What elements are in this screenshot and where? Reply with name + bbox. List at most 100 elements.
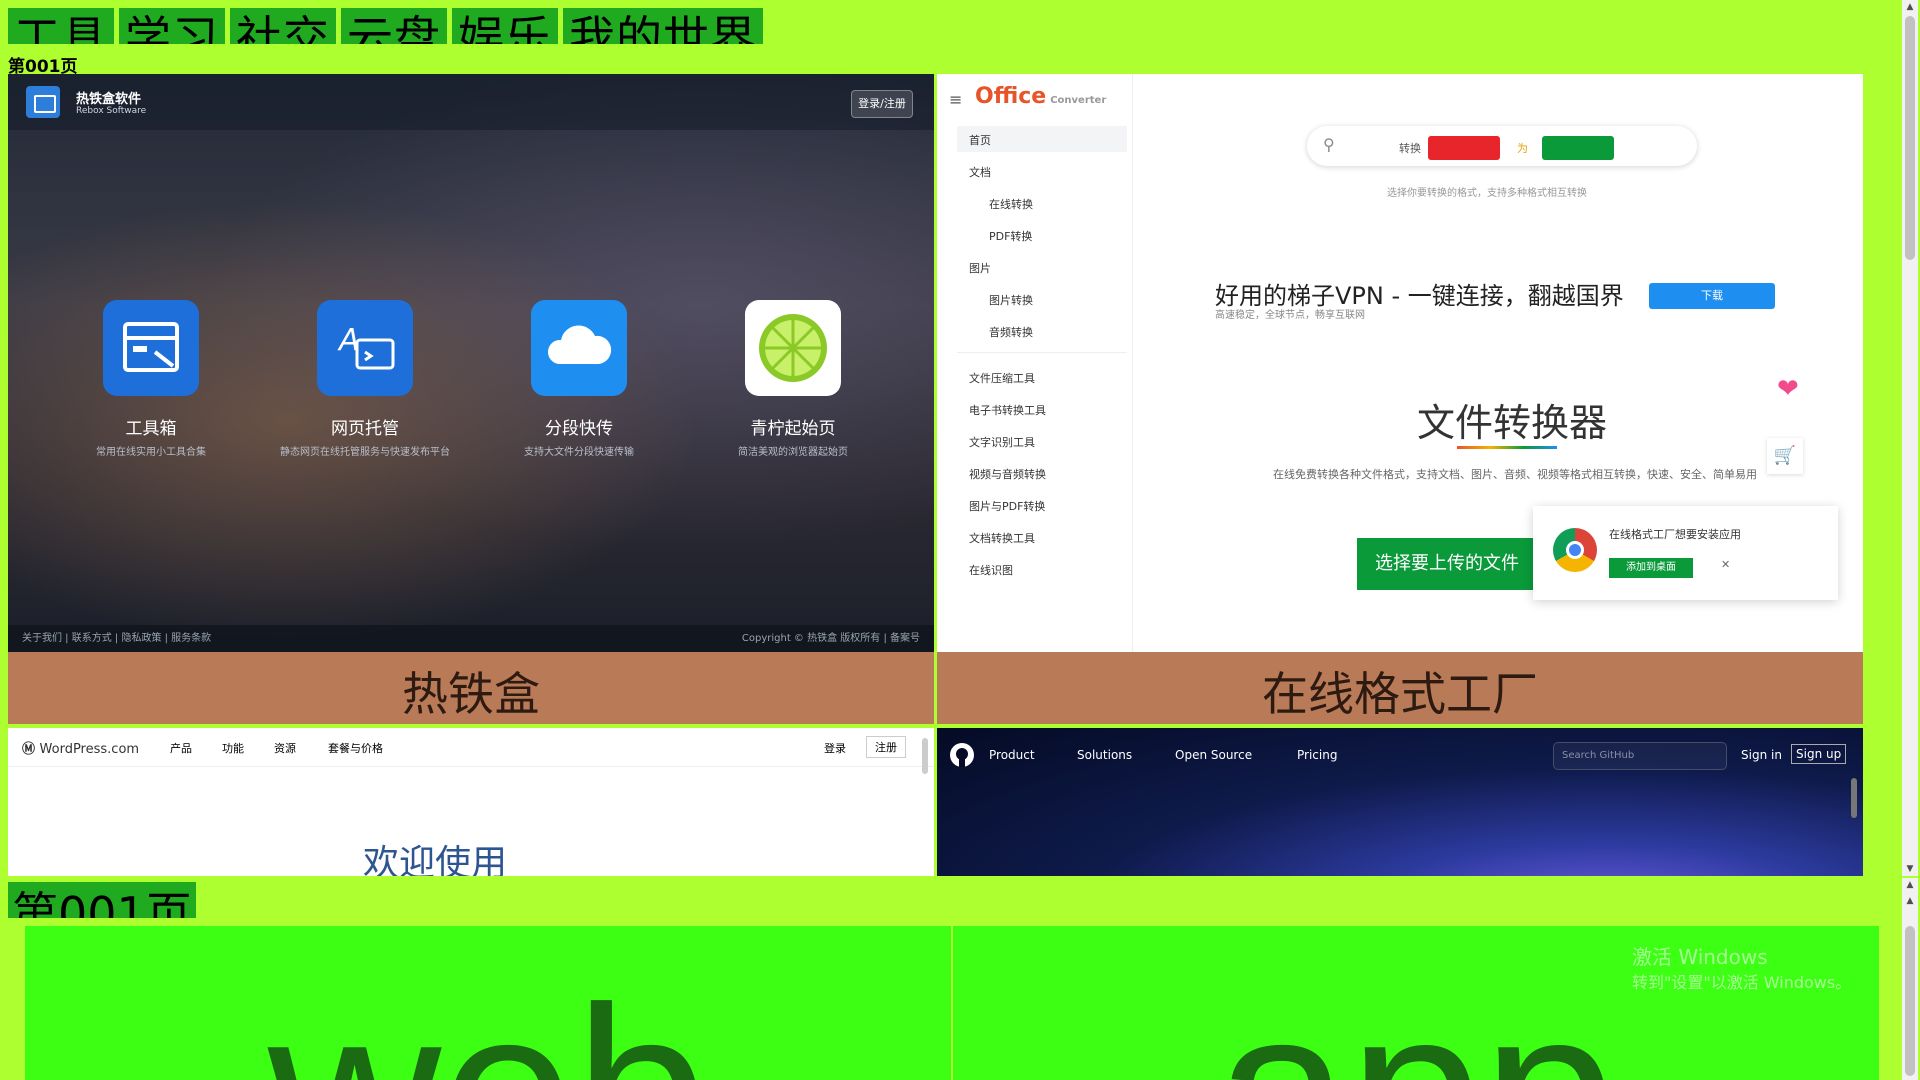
source-format-select[interactable] — [1428, 136, 1500, 160]
wordpress-brand-text: WordPress.com — [39, 742, 140, 757]
sidebar-item-video-audio[interactable]: 视频与音频转换 — [969, 466, 1046, 482]
scroll-up-icon[interactable]: ▲ — [1902, 894, 1918, 908]
wp-nav-products[interactable]: 产品 — [170, 740, 192, 756]
office-logo: Office Converter — [975, 84, 1106, 109]
wp-nav-pricing[interactable]: 套餐与价格 — [328, 740, 383, 756]
card-rtb[interactable]: 热铁盒软件 Rebox Software 登录/注册 工具箱 常用在线实用小工具… — [8, 74, 934, 724]
gh-nav-solutions[interactable]: Solutions — [1077, 748, 1132, 762]
search-icon: ⚲ — [1323, 135, 1335, 154]
watermark-line1: 激活 Windows — [1632, 945, 1768, 969]
wp-login-link[interactable]: 登录 — [824, 740, 846, 756]
rtb-app-desc: 常用在线实用小工具合集 — [96, 447, 206, 458]
lime-icon — [745, 300, 841, 396]
wordpress-nav: Ⓜ WordPress.com 产品 功能 资源 套餐与价格 登录 注册 — [8, 728, 934, 767]
popup-close-icon[interactable]: ✕ — [1721, 558, 1730, 571]
sidebar-item-image-convert[interactable]: 图片转换 — [989, 292, 1033, 308]
toolbox-icon — [103, 300, 199, 396]
windows-activation-watermark: 激活 Windows 转到"设置"以激活 Windows。 — [1632, 944, 1851, 996]
rtb-app-name: 青柠起始页 — [750, 419, 836, 439]
chrome-icon — [1553, 528, 1597, 572]
scrollbar[interactable] — [1851, 778, 1857, 818]
wordpress-welcome: 欢迎使用 — [363, 843, 508, 876]
scroll-down-icon[interactable]: ▼ — [1902, 862, 1918, 876]
sidebar-divider — [957, 352, 1127, 353]
nav-item-entertainment[interactable]: 娱乐 — [452, 8, 558, 44]
sidebar-item-images[interactable]: 图片 — [969, 260, 991, 276]
rtb-login-button[interactable]: 登录/注册 — [851, 90, 913, 118]
card-office-converter[interactable]: ≡ Office Converter 首页 文档 在线转换 PDF转换 图片 图片… — [937, 74, 1863, 724]
rtb-app-name: 分段快传 — [545, 419, 613, 439]
converter-heading: 文件转换器 — [1417, 401, 1608, 445]
wordpress-logo-icon: Ⓜ — [22, 742, 40, 757]
rtb-footer: 关于我们 | 联系方式 | 隐私政策 | 服务条款 Copyright © 热铁… — [8, 625, 934, 652]
gh-nav-product[interactable]: Product — [989, 748, 1035, 762]
nav-item-minecraft[interactable]: 我的世界 — [563, 8, 763, 44]
office-logo-text: Office — [975, 84, 1047, 109]
rtb-footer-links[interactable]: 关于我们 | 联系方式 | 隐私政策 | 服务条款 — [22, 625, 211, 652]
sidebar-item-audio[interactable]: 音频转换 — [989, 324, 1033, 340]
scroll-up-icon[interactable]: ▲ — [1902, 878, 1918, 892]
web-hosting-icon: A — [317, 300, 413, 396]
format-search-bar[interactable]: ⚲ — [1307, 126, 1697, 166]
wp-nav-features[interactable]: 功能 — [222, 740, 244, 756]
sidebar-item-home[interactable]: 首页 — [969, 132, 991, 148]
gh-sign-in[interactable]: Sign in — [1741, 748, 1782, 762]
rtb-app-desc: 静态网页在线托管服务与快速发布平台 — [280, 447, 450, 458]
sidebar-item-ebook[interactable]: 电子书转换工具 — [969, 402, 1046, 418]
nav-item-tools[interactable]: 工具 — [8, 8, 114, 44]
rtb-app-startpage[interactable]: 青柠起始页 简洁美观的浏览器起始页 — [698, 300, 888, 458]
menu-icon[interactable]: ≡ — [949, 90, 962, 109]
top-nav: 工具 学习 社交 云盘 娱乐 我的世界 — [8, 8, 763, 44]
page-scrollbar-upper[interactable]: ▲ ▼ — [1902, 0, 1918, 876]
sidebar-item-compress[interactable]: 文件压缩工具 — [969, 370, 1035, 386]
rtb-app-transfer[interactable]: 分段快传 支持大文件分段快速传输 — [484, 300, 674, 458]
sidebar-item-docs[interactable]: 文档 — [969, 164, 991, 180]
ad-button-label: 下载 — [1701, 289, 1723, 302]
section-page-label: 第001页 — [8, 882, 196, 918]
gh-nav-open-source[interactable]: Open Source — [1175, 748, 1252, 762]
scroll-up-icon[interactable]: ▲ — [1902, 0, 1918, 14]
card-caption[interactable]: 热铁盒 — [8, 652, 934, 724]
scrollbar-thumb[interactable] — [1905, 16, 1915, 260]
cloud-icon — [531, 300, 627, 396]
rtb-app-toolbox[interactable]: 工具箱 常用在线实用小工具合集 — [56, 300, 246, 458]
nav-item-study[interactable]: 学习 — [119, 8, 225, 44]
converter-description: 在线免费转换各种文件格式，支持文档、图片、音频、视频等格式相互转换，快速、安全、… — [1273, 468, 1757, 481]
card-wordpress[interactable]: Ⓜ WordPress.com 产品 功能 资源 套餐与价格 登录 注册 欢迎使… — [8, 728, 934, 876]
card-github[interactable]: Product Solutions Open Source Pricing Se… — [937, 728, 1863, 876]
popup-install-button[interactable]: 添加到桌面 — [1609, 558, 1693, 578]
scrollbar[interactable] — [922, 738, 928, 774]
tile-web[interactable]: web — [25, 926, 951, 1080]
convert-from-label: 转换 — [1399, 142, 1421, 155]
card-caption[interactable]: 在线格式工厂 — [937, 652, 1863, 724]
rtb-brand-sub: Rebox Software — [76, 106, 147, 116]
github-logo-icon[interactable] — [949, 742, 975, 768]
upload-button[interactable]: 选择要上传的文件 — [1357, 538, 1537, 590]
nav-item-cloud[interactable]: 云盘 — [341, 8, 447, 44]
ad-button[interactable]: 下载 — [1649, 283, 1775, 309]
rtb-logo-icon — [26, 86, 60, 118]
rtb-app-desc: 简洁美观的浏览器起始页 — [738, 447, 848, 458]
wp-nav-resources[interactable]: 资源 — [274, 740, 296, 756]
wp-signup-button[interactable]: 注册 — [866, 736, 906, 758]
target-format-select[interactable] — [1542, 136, 1614, 160]
sidebar-item-ocr[interactable]: 文字识别工具 — [969, 434, 1035, 450]
github-search-input[interactable]: Search GitHub — [1553, 742, 1727, 770]
nav-item-social[interactable]: 社交 — [230, 8, 336, 44]
rtb-app-hosting[interactable]: A 网页托管 静态网页在线托管服务与快速发布平台 — [270, 300, 460, 458]
gh-nav-pricing[interactable]: Pricing — [1297, 748, 1337, 762]
page-scrollbar-lower[interactable]: ▲ ▲ — [1902, 878, 1918, 1080]
popup-text: 在线格式工厂想要安装应用 — [1609, 528, 1741, 541]
sidebar-item-image-search[interactable]: 在线识图 — [969, 562, 1013, 578]
scrollbar-thumb[interactable] — [1905, 926, 1915, 1076]
office-logo-suffix: Converter — [1050, 95, 1107, 106]
heart-icon[interactable]: ❤ — [1777, 374, 1799, 404]
wordpress-brand[interactable]: Ⓜ WordPress.com — [22, 738, 139, 757]
heading-underline — [1457, 446, 1557, 449]
sidebar-item-image-pdf[interactable]: 图片与PDF转换 — [969, 498, 1045, 514]
sidebar-item-pdf[interactable]: PDF转换 — [989, 228, 1032, 244]
rtb-app-name: 网页托管 — [331, 419, 399, 439]
sidebar-item-doc-tools[interactable]: 文档转换工具 — [969, 530, 1035, 546]
sidebar-item-online[interactable]: 在线转换 — [989, 196, 1033, 212]
gh-sign-up[interactable]: Sign up — [1791, 744, 1847, 764]
